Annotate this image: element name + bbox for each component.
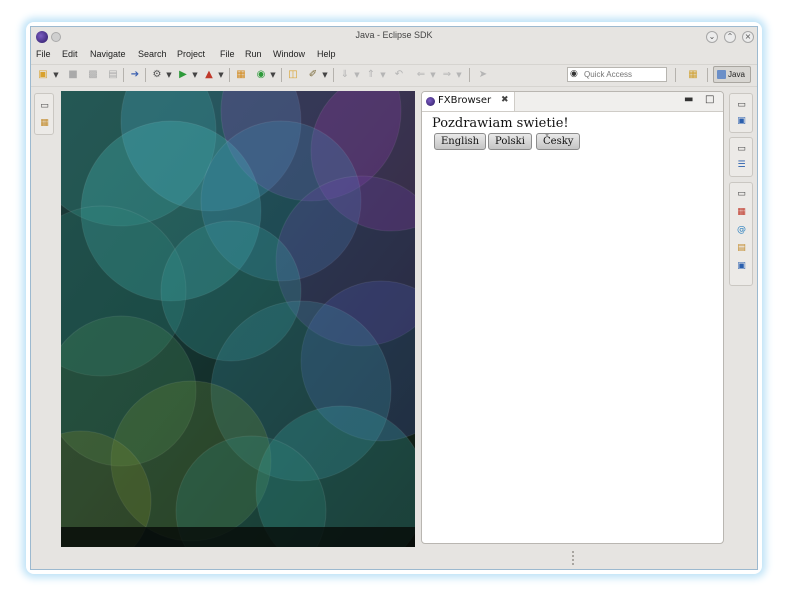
forward-dropdown-icon[interactable]: ▼ [453,69,465,81]
menu-navigate[interactable]: Navigate [90,49,126,59]
toolbar-separator [469,68,470,82]
declaration-icon[interactable]: ▤ [736,243,747,254]
status-drag-handle[interactable] [572,551,576,565]
java-perspective-button[interactable]: Java [713,66,751,83]
main-toolbar: ▣ ▼ ■ ▩ ▤ ➔ ⚙ ▼ ▶ ▼ ▲ ▼ ▦ ◉ ▼ ◫ ✐ ▼ ⇓ ▼ … [31,64,757,87]
minimize-icon[interactable]: ⌄ [706,31,718,43]
maximize-icon[interactable]: ⌃ [724,31,736,43]
menu-run[interactable]: Run [245,49,262,59]
toolbar-separator [229,68,230,82]
left-trim-stack: ▭ ▦ [34,93,54,135]
toolbar-separator [145,68,146,82]
external-tools-icon[interactable]: ▲ [203,69,215,81]
debug-dropdown-icon[interactable]: ▼ [163,69,175,81]
tab-fxbrowser-label: FXBrowser [438,95,492,106]
new-class-icon[interactable]: ◉ [255,69,267,81]
back-icon[interactable]: ⇐ [415,69,427,81]
previous-annotation-dropdown-icon[interactable]: ▼ [377,69,389,81]
browser-icon [426,97,435,106]
editor-area[interactable] [61,91,415,547]
forward-icon[interactable]: ⇒ [441,69,453,81]
toolbar-separator [707,68,708,82]
run-dropdown-icon[interactable]: ▼ [189,69,201,81]
menu-file[interactable]: File [36,49,51,59]
greeting-text: Pozdrawiam swietie! [432,116,569,131]
java-perspective-icon [717,70,726,80]
search-dropdown-icon[interactable]: ▼ [319,69,331,81]
last-edit-icon[interactable]: ↶ [393,69,405,81]
debug-icon[interactable]: ⚙ [151,69,163,81]
previous-annotation-icon[interactable]: ⇑ [365,69,377,81]
quick-access[interactable]: ◉ [567,67,667,82]
toggle-mark-icon[interactable]: ➔ [129,69,141,81]
status-bar [31,549,757,569]
cesky-button[interactable]: Česky [536,133,581,150]
search-icon[interactable]: ✐ [307,69,319,81]
close-tab-icon[interactable]: ✖ [501,95,509,105]
new-icon[interactable]: ▣ [37,69,49,81]
quick-access-input[interactable] [584,69,664,80]
open-type-icon[interactable]: ◫ [287,69,299,81]
menu-file-2[interactable]: File [220,49,235,59]
restore-icon[interactable]: ▭ [39,101,50,112]
new-package-icon[interactable]: ▦ [235,69,247,81]
eclipse-window: Java - Eclipse SDK ⌄ ⌃ × File Edit Navig… [30,26,758,570]
menu-edit[interactable]: Edit [62,49,78,59]
restore-icon[interactable]: ▭ [736,144,747,155]
toolbar-separator [333,68,334,82]
polski-button[interactable]: Polski [488,133,532,150]
restore-icon[interactable]: ▭ [736,100,747,111]
save-all-icon[interactable]: ▩ [87,69,99,81]
maximize-view-icon[interactable]: □ [705,94,714,106]
new-dropdown-icon[interactable]: ▼ [50,69,62,81]
task-list-icon[interactable]: ▣ [736,116,747,127]
tab-fxbrowser[interactable]: FXBrowser ✖ [422,92,515,111]
menu-search[interactable]: Search [138,49,167,59]
close-icon[interactable]: × [742,31,754,43]
menu-project[interactable]: Project [177,49,205,59]
external-tools-dropdown-icon[interactable]: ▼ [215,69,227,81]
javadoc-icon[interactable]: @ [736,225,747,236]
menu-bar: File Edit Navigate Search Project File R… [31,47,757,63]
outline-icon[interactable]: ☰ [736,160,747,171]
toolbar-separator [675,68,676,82]
java-perspective-label: Java [728,70,745,79]
next-annotation-icon[interactable]: ⇓ [339,69,351,81]
pin-editor-icon[interactable]: ➤ [477,69,489,81]
next-annotation-dropdown-icon[interactable]: ▼ [351,69,363,81]
problems-icon[interactable]: ▦ [736,207,747,218]
menu-help[interactable]: Help [317,49,336,59]
binoculars-icon: ◉ [570,69,578,79]
title-bar: Java - Eclipse SDK ⌄ ⌃ × [31,27,757,47]
package-explorer-icon[interactable]: ▦ [39,118,50,129]
menu-window[interactable]: Window [273,49,305,59]
english-button[interactable]: English [434,133,487,150]
right-trim-stack-2: ▭ ☰ [729,137,753,177]
bokeh-background [61,91,415,547]
restore-icon[interactable]: ▭ [736,189,747,200]
window-title: Java - Eclipse SDK [355,30,433,40]
toolbar-separator [281,68,282,82]
open-perspective-icon[interactable]: ▦ [685,68,701,82]
run-icon[interactable]: ▶ [177,69,189,81]
print-icon[interactable]: ▤ [107,69,119,81]
minimize-view-icon[interactable]: ▬ [684,94,693,106]
toolbar-separator [123,68,124,82]
fxbrowser-view: FXBrowser ✖ ▬ □ Pozdrawiam swietie! Engl… [421,91,724,544]
new-class-dropdown-icon[interactable]: ▼ [267,69,279,81]
right-trim-stack-1: ▭ ▣ [729,93,753,133]
save-icon[interactable]: ■ [67,69,79,81]
console-icon[interactable]: ▣ [736,261,747,272]
right-trim-stack-3: ▭ ▦ @ ▤ ▣ [729,182,753,286]
back-dropdown-icon[interactable]: ▼ [427,69,439,81]
view-tab-bar: FXBrowser ✖ ▬ □ [422,92,723,112]
